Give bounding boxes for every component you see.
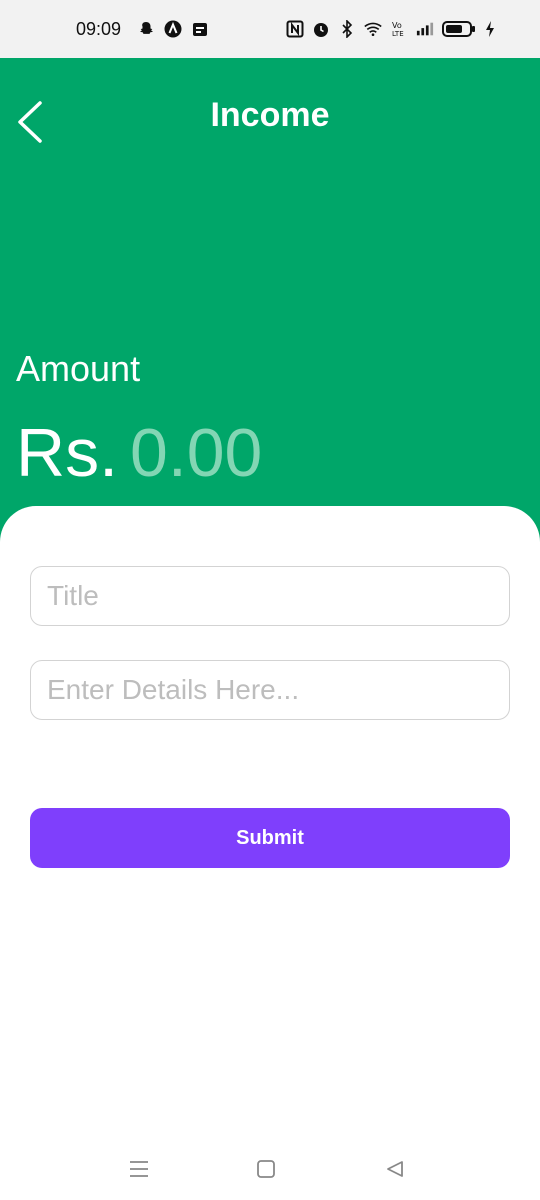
amount-input[interactable]: 0.00 (130, 414, 330, 492)
recent-apps-button[interactable] (124, 1154, 154, 1184)
status-time: 09:09 (76, 18, 122, 39)
amount-label: Amount (16, 348, 141, 389)
wifi-icon (364, 20, 382, 38)
form-sheet: Title Enter Details Here... Submit (0, 506, 540, 1136)
currency-label: Rs. (16, 415, 118, 491)
signal-icon (416, 20, 434, 38)
home-button[interactable] (251, 1154, 281, 1184)
menu-icon (130, 1161, 148, 1177)
status-left-icons (137, 20, 209, 38)
system-back-button[interactable] (380, 1154, 410, 1184)
home-icon (257, 1160, 275, 1178)
nfc-icon (286, 20, 304, 38)
svg-text:Vo: Vo (392, 21, 402, 30)
system-navbar (0, 1136, 540, 1200)
title-input[interactable]: Title (30, 566, 510, 626)
amount-row: Rs. 0.00 (16, 414, 330, 492)
bluetooth-icon (338, 20, 356, 38)
status-bar: 09:09 Vo LTE (0, 0, 540, 58)
details-input[interactable]: Enter Details Here... (30, 660, 510, 720)
arc-icon (164, 20, 182, 38)
svg-text:LTE: LTE (392, 30, 404, 38)
volte-icon: Vo LTE (390, 20, 408, 38)
battery-icon (442, 20, 476, 38)
submit-button[interactable]: Submit (30, 808, 510, 868)
calendar-icon (191, 20, 209, 38)
snapchat-icon (137, 20, 155, 38)
back-icon (387, 1161, 403, 1177)
status-right-icons: Vo LTE (286, 20, 496, 38)
page-title: Income (210, 96, 330, 134)
alarm-icon (312, 20, 330, 38)
income-header: Income Amount Rs. 0.00 (0, 58, 540, 548)
charging-icon (484, 20, 496, 38)
